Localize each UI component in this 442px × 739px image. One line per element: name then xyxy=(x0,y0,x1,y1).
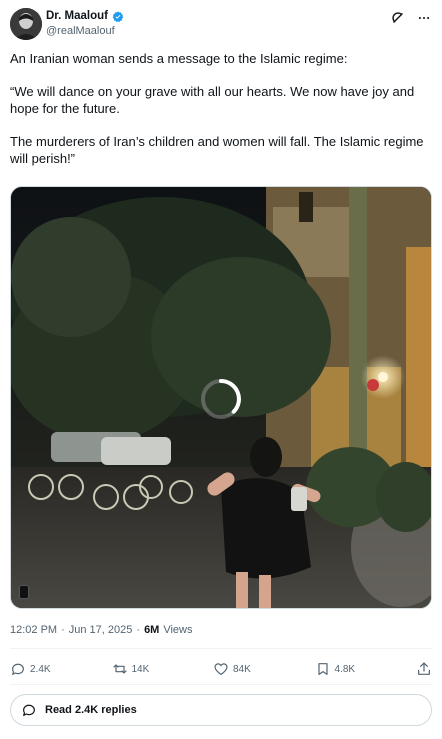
tweet-paragraph: “We will dance on your grave with all ou… xyxy=(10,84,415,116)
divider xyxy=(10,648,432,649)
like-button[interactable]: 84K xyxy=(213,661,263,677)
reply-count: 2.4K xyxy=(30,663,51,675)
avatar-image xyxy=(10,8,42,40)
share-button[interactable] xyxy=(416,661,432,677)
like-icon xyxy=(214,663,228,675)
tweet-date[interactable]: Jun 17, 2025 xyxy=(69,624,133,636)
loading-spinner-icon xyxy=(201,379,241,419)
views-count: 6M xyxy=(144,624,160,636)
tweet-paragraph: An Iranian woman sends a message to the … xyxy=(10,51,348,66)
reply-button[interactable]: 2.4K xyxy=(10,661,60,677)
reply-icon xyxy=(12,663,24,675)
tweet-text: An Iranian woman sends a message to the … xyxy=(10,50,430,183)
views-label: Views xyxy=(163,624,193,636)
meta-separator: · xyxy=(136,624,141,636)
read-replies-button[interactable]: Read 2.4K replies xyxy=(10,694,432,726)
avatar[interactable] xyxy=(10,8,42,40)
repost-icon xyxy=(112,664,127,674)
tweet-paragraph: The murderers of Iran’s children and wom… xyxy=(10,134,424,166)
verified-badge-icon xyxy=(112,10,124,23)
bookmark-icon xyxy=(317,663,328,675)
divider xyxy=(10,684,432,685)
meta-separator: · xyxy=(61,624,65,636)
header-actions xyxy=(390,10,432,26)
handle[interactable]: @realMaalouf xyxy=(46,25,115,37)
share-icon xyxy=(418,662,430,675)
video-player[interactable] xyxy=(10,186,432,609)
grok-icon[interactable] xyxy=(390,10,406,26)
bookmark-button[interactable]: 4.8K xyxy=(315,661,365,677)
display-name[interactable]: Dr. Maalouf xyxy=(46,10,108,22)
like-count: 84K xyxy=(233,663,251,675)
chat-bubble-icon xyxy=(23,704,35,716)
tweet-meta: 12:02 PM · Jun 17, 2025 · 6M Views xyxy=(10,624,193,636)
repost-button[interactable]: 14K xyxy=(112,661,162,677)
repost-count: 14K xyxy=(131,663,150,675)
action-bar: 2.4K 14K 84K 4.8K xyxy=(10,658,432,680)
bookmark-count: 4.8K xyxy=(334,663,356,675)
name-row: Dr. Maalouf xyxy=(46,10,124,23)
video-corner-icon xyxy=(19,585,29,599)
tweet-time[interactable]: 12:02 PM xyxy=(10,624,57,636)
more-icon[interactable] xyxy=(416,10,432,26)
read-replies-label: Read 2.4K replies xyxy=(45,704,137,716)
tweet-header: Dr. Maalouf @realMaalouf xyxy=(10,8,432,40)
